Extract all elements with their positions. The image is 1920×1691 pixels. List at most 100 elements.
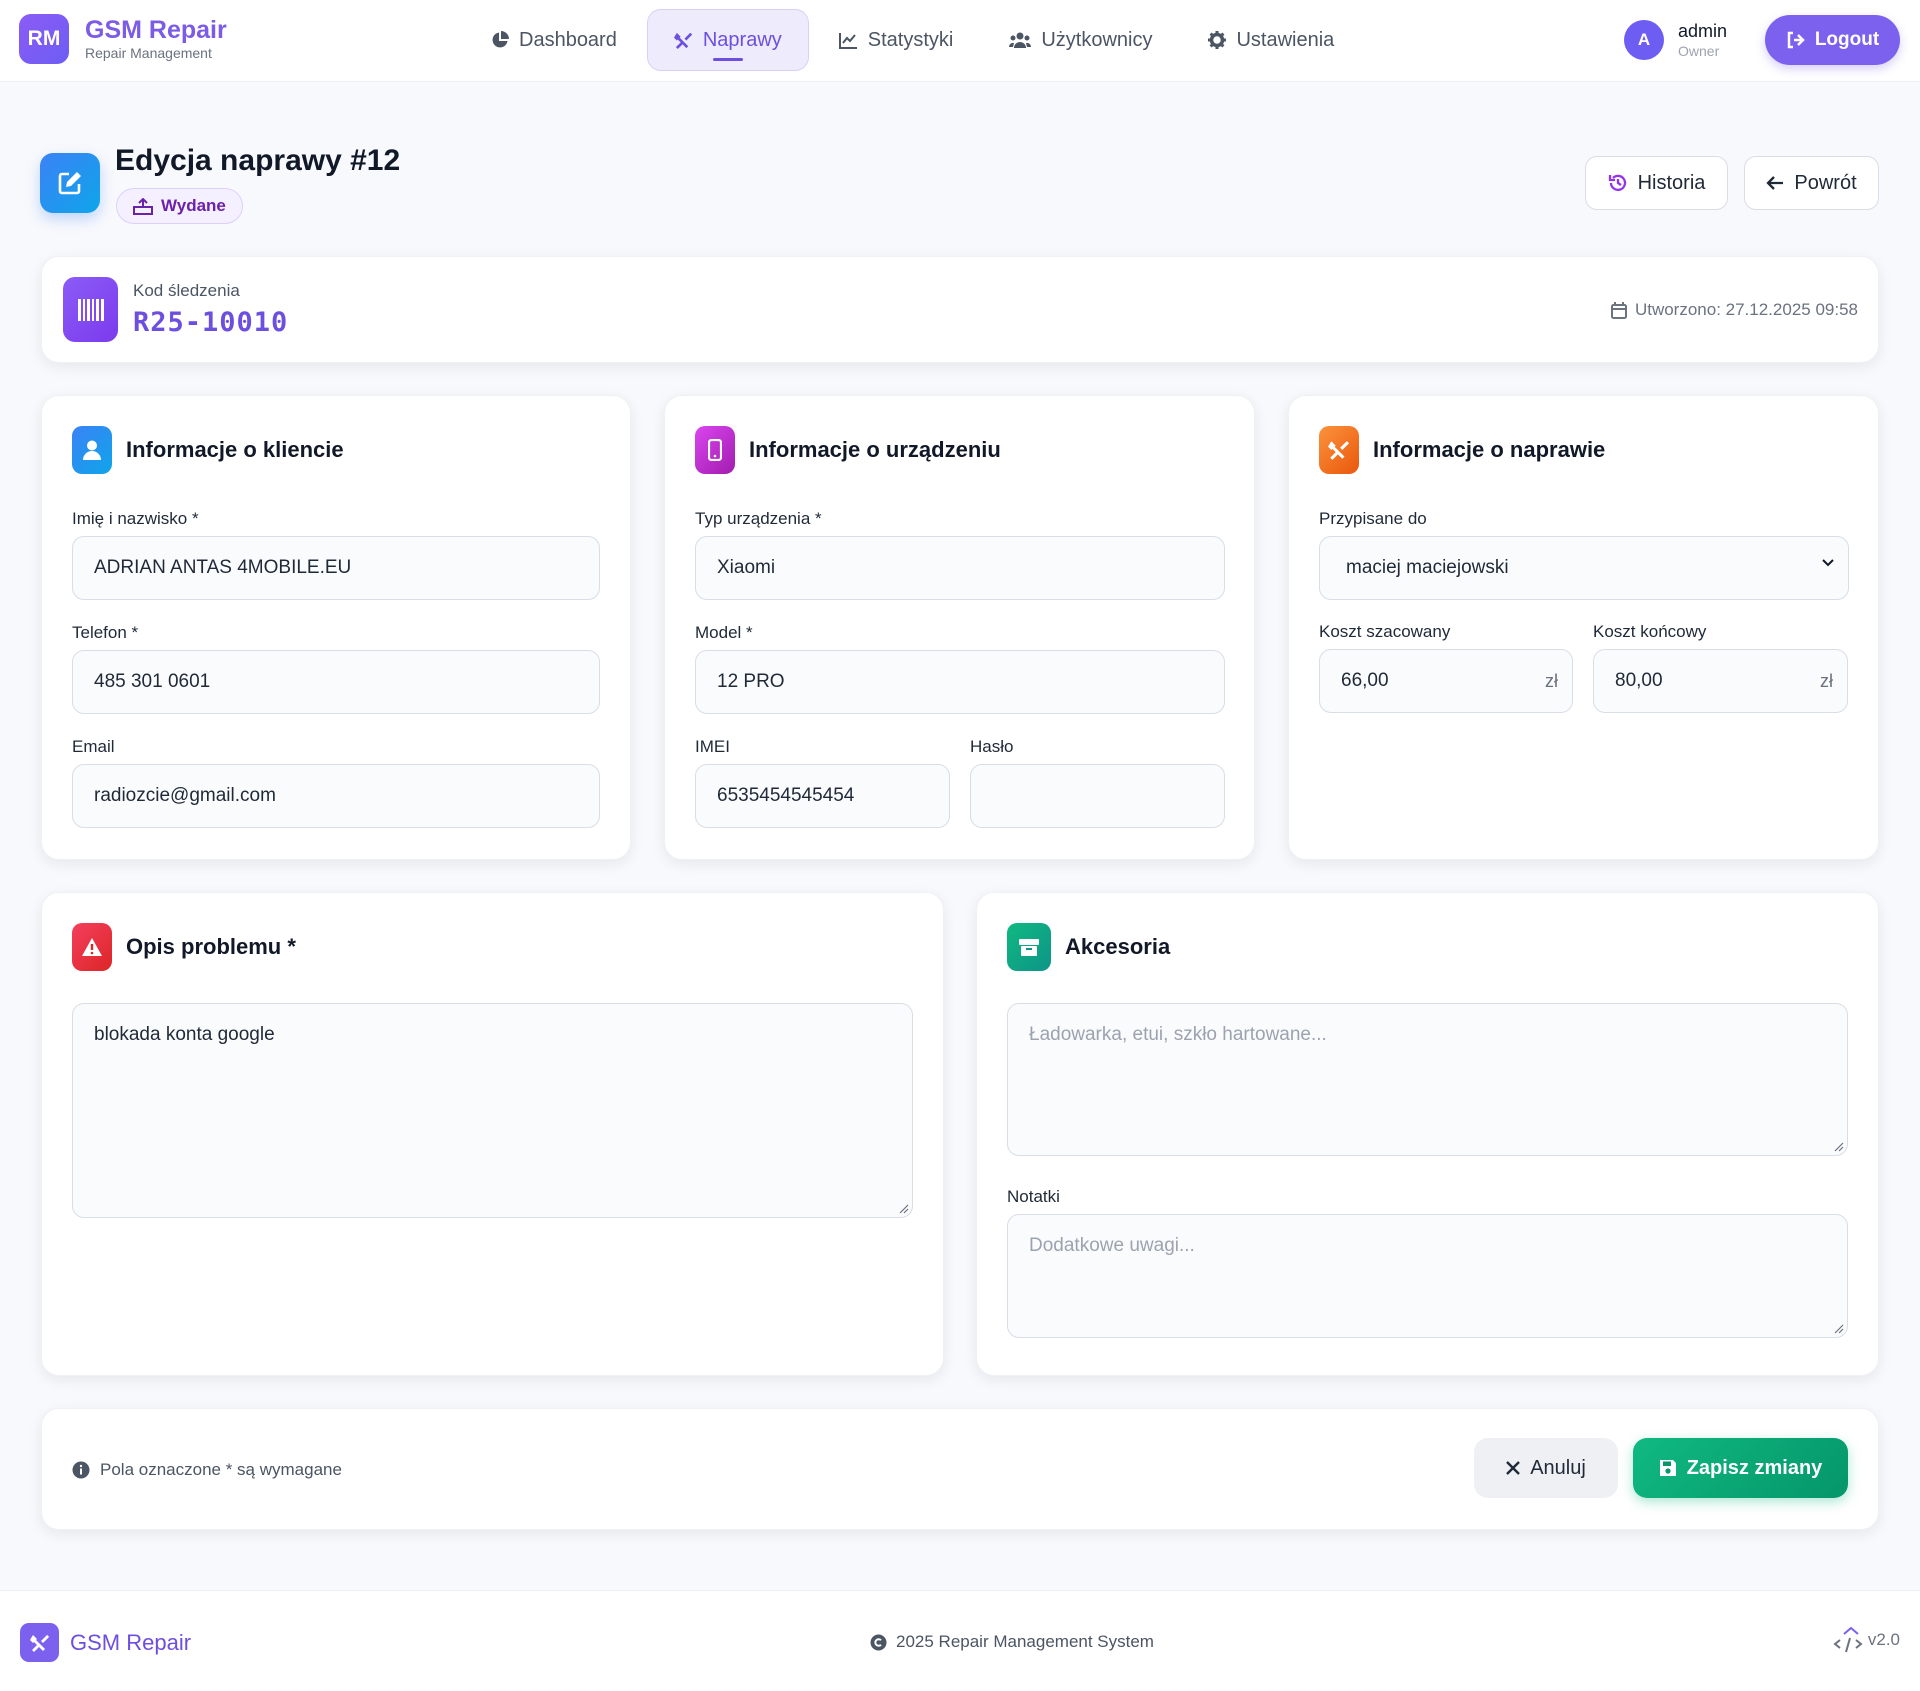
save-icon xyxy=(1659,1459,1677,1477)
brand[interactable]: RM GSM Repair Repair Management xyxy=(19,14,227,64)
created-text: Utworzono: 27.12.2025 09:58 xyxy=(1634,300,1858,319)
client-name-label: Imię i nazwisko * xyxy=(72,509,199,528)
logout-icon xyxy=(1786,31,1806,49)
device-card: Informacje o urządzeniu Typ urządzenia *… xyxy=(664,395,1255,860)
tracking-code: R25-10010 xyxy=(133,307,289,338)
accessories-textarea[interactable]: Ładowarka, etui, szkło hartowane... xyxy=(1007,1003,1848,1156)
tools-icon xyxy=(1319,426,1359,474)
history-button[interactable]: Historia xyxy=(1585,156,1728,210)
accessories-card: Akcesoria Ładowarka, etui, szkło hartowa… xyxy=(976,892,1879,1376)
required-note-text: Pola oznaczone * są wymagane xyxy=(100,1460,342,1479)
status-badge: Wydane xyxy=(116,188,243,224)
user-icon xyxy=(72,426,112,474)
device-model-label: Model * xyxy=(695,623,753,642)
assigned-select[interactable]: maciej maciejowski xyxy=(1319,536,1849,600)
user-role: Owner xyxy=(1678,43,1720,59)
device-imei-value: 6535454545454 xyxy=(717,785,855,806)
resize-grip-icon[interactable] xyxy=(1834,1324,1844,1334)
footer-brand: GSM Repair xyxy=(20,1623,191,1662)
top-navigation-bar: RM GSM Repair Repair Management Dashboar… xyxy=(0,0,1920,82)
notes-label: Notatki xyxy=(1007,1187,1060,1206)
nav-statistics[interactable]: Statystyki xyxy=(813,9,980,71)
nav-users-label: Użytkownicy xyxy=(1041,28,1153,51)
user-menu[interactable]: A admin Owner xyxy=(1624,20,1727,60)
resize-grip-icon[interactable] xyxy=(1834,1142,1844,1152)
warning-icon xyxy=(72,923,112,971)
client-phone-value: 485 301 0601 xyxy=(94,671,211,692)
barcode-icon xyxy=(63,277,118,342)
gear-icon xyxy=(1208,31,1227,49)
accessories-placeholder: Ładowarka, etui, szkło hartowane... xyxy=(1029,1024,1327,1045)
problem-text: blokada konta google xyxy=(94,1024,275,1045)
resize-grip-icon[interactable] xyxy=(899,1204,909,1214)
page-footer: GSM Repair 2025 Repair Management System… xyxy=(0,1590,1920,1691)
tools-icon xyxy=(20,1623,59,1662)
calendar-icon xyxy=(1610,301,1627,319)
back-button[interactable]: Powrót xyxy=(1744,156,1879,210)
device-password-input[interactable] xyxy=(970,764,1225,828)
tracking-label: Kod śledzenia xyxy=(133,281,240,300)
problem-title: Opis problemu * xyxy=(126,934,296,959)
brand-subtitle: Repair Management xyxy=(85,45,212,61)
est-cost-input[interactable]: 66,00 zł xyxy=(1319,649,1573,713)
device-title: Informacje o urządzeniu xyxy=(749,437,1001,462)
device-password-label: Hasło xyxy=(970,737,1014,756)
device-imei-input[interactable]: 6535454545454 xyxy=(695,764,950,828)
nav-repairs-label: Naprawy xyxy=(702,28,782,51)
avatar: A xyxy=(1624,20,1664,60)
status-label: Wydane xyxy=(161,196,226,215)
final-cost-input[interactable]: 80,00 zł xyxy=(1593,649,1848,713)
code-icon xyxy=(1832,1627,1864,1653)
chart-pie-icon xyxy=(491,31,509,49)
created-date: Utworzono: 27.12.2025 09:58 xyxy=(1610,300,1858,320)
copyright: 2025 Repair Management System xyxy=(870,1632,1154,1652)
edit-icon xyxy=(40,153,100,213)
logout-label: Logout xyxy=(1814,29,1880,50)
currency-suffix: zł xyxy=(1545,671,1558,691)
copyright-icon xyxy=(870,1634,887,1651)
problem-card: Opis problemu * blokada konta google xyxy=(41,892,944,1376)
client-phone-input[interactable]: 485 301 0601 xyxy=(72,650,600,714)
est-cost-value: 66,00 xyxy=(1341,670,1389,691)
required-note: Pola oznaczone * są wymagane xyxy=(72,1460,342,1480)
client-title: Informacje o kliencie xyxy=(126,437,344,462)
final-cost-label: Koszt końcowy xyxy=(1593,622,1707,641)
accessories-title: Akcesoria xyxy=(1065,934,1171,959)
chart-line-icon xyxy=(838,32,858,49)
nav-dashboard[interactable]: Dashboard xyxy=(465,9,643,71)
cancel-button[interactable]: Anuluj xyxy=(1474,1438,1618,1498)
repair-title: Informacje o naprawie xyxy=(1373,437,1606,462)
page-title: Edycja naprawy #12 xyxy=(115,144,401,177)
device-type-value: Xiaomi xyxy=(717,557,776,578)
logout-button[interactable]: Logout xyxy=(1765,15,1900,65)
notes-textarea[interactable]: Dodatkowe uwagi... xyxy=(1007,1214,1848,1338)
nav-users[interactable]: Użytkownicy xyxy=(983,9,1178,71)
assigned-value: maciej maciejowski xyxy=(1346,557,1509,578)
client-name-input[interactable]: ADRIAN ANTAS 4MOBILE.EU xyxy=(72,536,600,600)
client-email-input[interactable]: radiozcie@gmail.com xyxy=(72,764,600,828)
version-text: v2.0 xyxy=(1867,1630,1900,1649)
client-phone-label: Telefon * xyxy=(72,623,139,642)
currency-suffix: zł xyxy=(1820,671,1833,691)
notes-placeholder: Dodatkowe uwagi... xyxy=(1029,1235,1195,1256)
actions-card: Pola oznaczone * są wymagane Anuluj Zapi… xyxy=(41,1408,1879,1530)
nav-repairs[interactable]: Naprawy xyxy=(646,9,809,71)
nav-settings[interactable]: Ustawienia xyxy=(1182,9,1360,71)
tracking-card: Kod śledzenia R25-10010 Utworzono: 27.12… xyxy=(41,256,1879,363)
copyright-text: 2025 Repair Management System xyxy=(896,1632,1154,1651)
device-type-label: Typ urządzenia * xyxy=(695,509,822,528)
nav-dashboard-label: Dashboard xyxy=(519,28,617,51)
est-cost-label: Koszt szacowany xyxy=(1319,622,1451,641)
tools-icon xyxy=(673,31,693,50)
mobile-icon xyxy=(695,426,735,474)
save-button[interactable]: Zapisz zmiany xyxy=(1633,1438,1848,1498)
user-name: admin xyxy=(1678,21,1728,41)
problem-textarea[interactable]: blokada konta google xyxy=(72,1003,913,1218)
device-model-input[interactable]: 12 PRO xyxy=(695,650,1225,714)
footer-brand-name: GSM Repair xyxy=(70,1629,192,1655)
delivered-icon xyxy=(133,197,153,215)
device-type-input[interactable]: Xiaomi xyxy=(695,536,1225,600)
repair-card: Informacje o naprawie Przypisane do maci… xyxy=(1288,395,1879,860)
history-icon xyxy=(1608,173,1628,193)
client-card: Informacje o kliencie Imię i nazwisko * … xyxy=(41,395,631,860)
